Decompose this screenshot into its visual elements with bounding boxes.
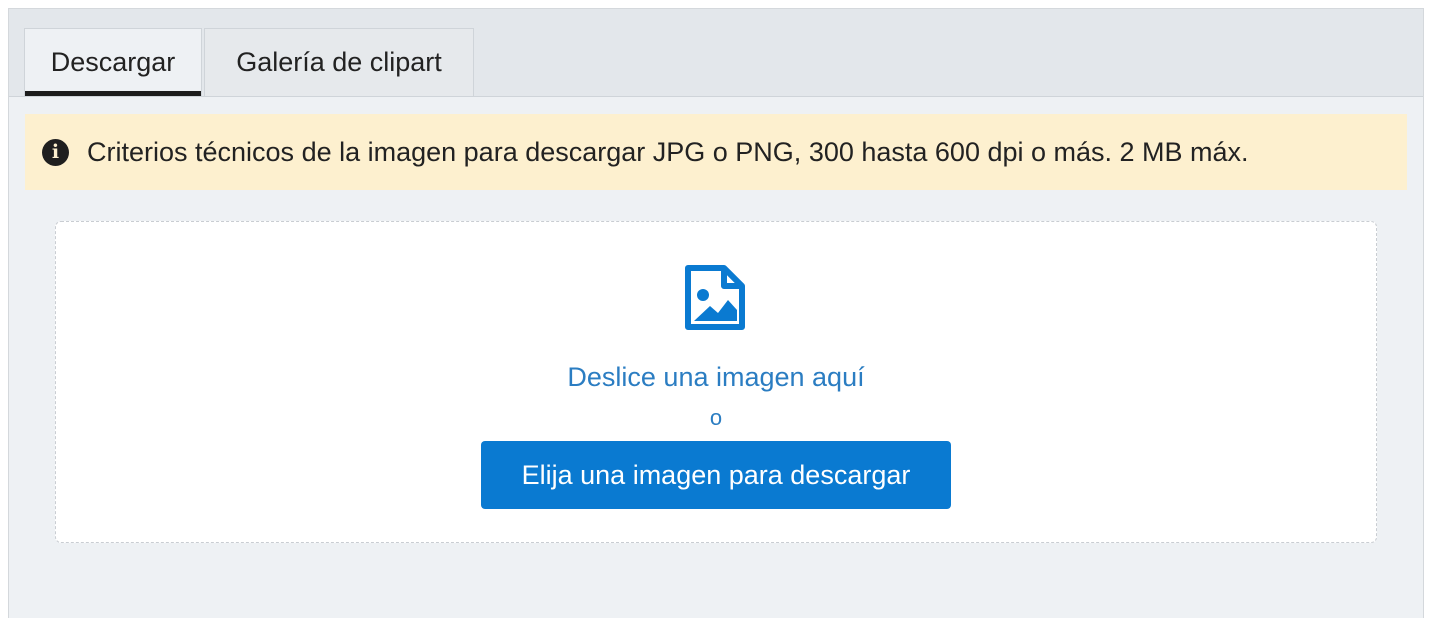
or-separator: o (709, 405, 723, 430)
image-dropzone[interactable]: Deslice una imagen aquí o Elija una imag… (55, 221, 1377, 543)
info-circle-icon: i (42, 138, 69, 166)
image-file-icon (685, 265, 745, 330)
info-notice: i Criterios técnicos de la imagen para d… (25, 114, 1407, 190)
tab-clipart-gallery[interactable]: Galería de clipart (204, 28, 474, 96)
upload-panel: Descargar Galería de clipart i Criterios… (8, 8, 1424, 618)
tab-descargar[interactable]: Descargar (24, 28, 202, 96)
tab-label: Descargar (50, 47, 176, 77)
choose-image-button[interactable]: Elija una imagen para descargar (481, 441, 951, 509)
drop-instruction: Deslice una imagen aquí (567, 362, 865, 392)
notice-text: Criterios técnicos de la imagen para des… (87, 136, 1249, 167)
tab-label: Galería de clipart (236, 47, 442, 77)
tab-bar: Descargar Galería de clipart (9, 9, 1423, 97)
